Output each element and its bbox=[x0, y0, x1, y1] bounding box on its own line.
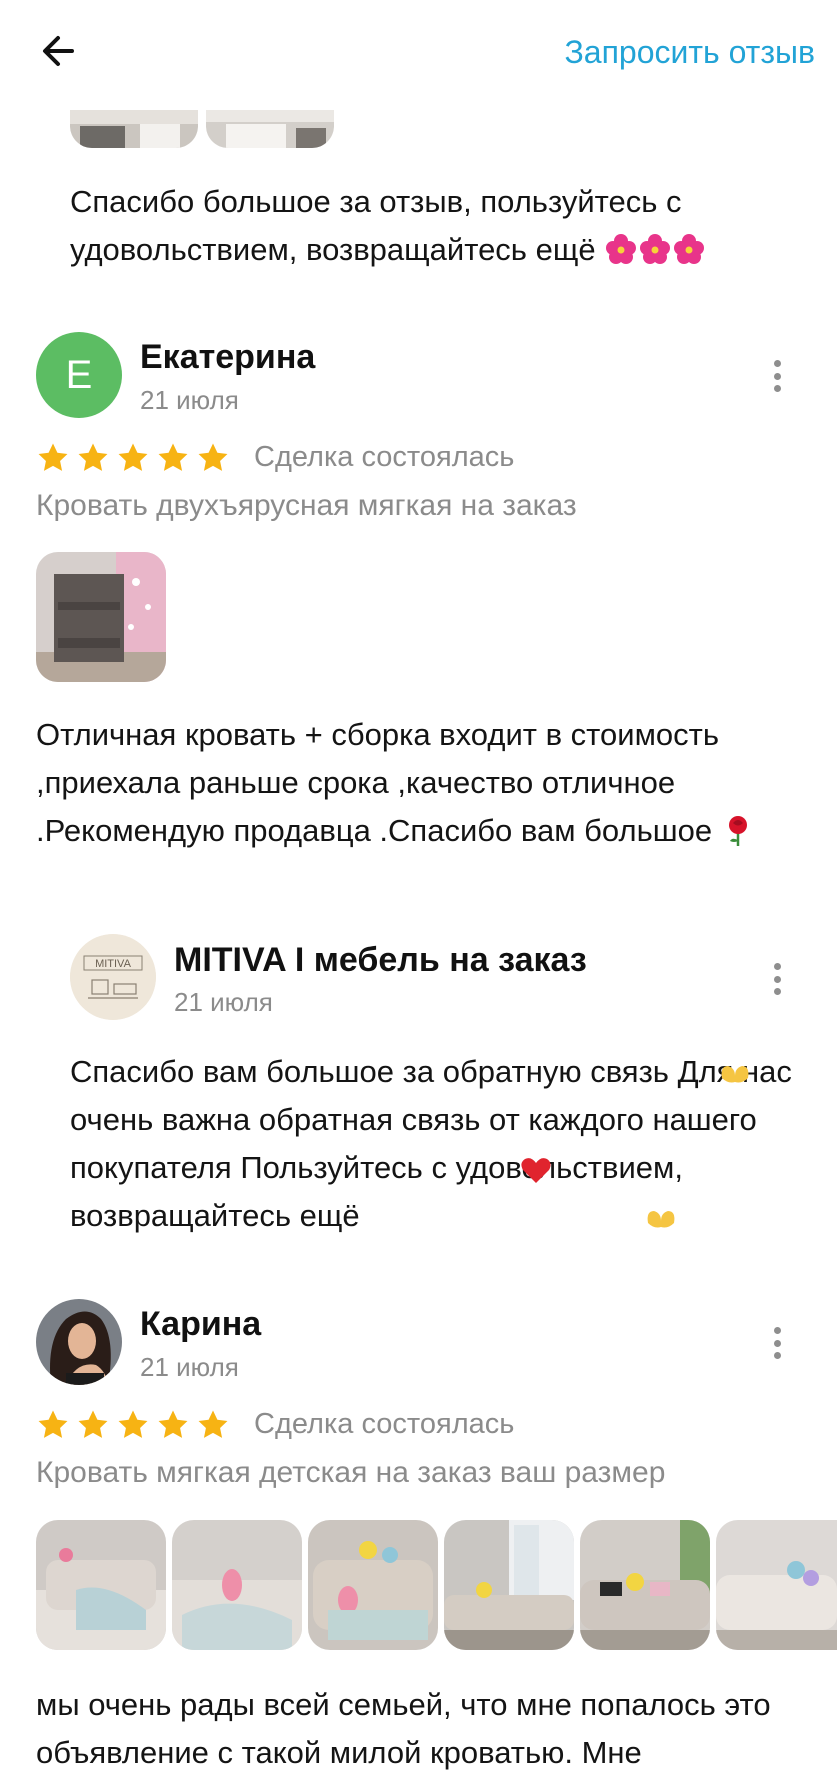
reviewer-name[interactable]: Екатерина bbox=[140, 338, 315, 377]
deal-status: Сделка состоялась bbox=[254, 1408, 515, 1440]
review-photo[interactable] bbox=[716, 1520, 837, 1650]
more-options-button[interactable] bbox=[762, 1323, 792, 1363]
star-icon bbox=[118, 1410, 148, 1438]
star-icon bbox=[158, 1410, 188, 1438]
seller-logo[interactable]: MITIVA bbox=[70, 934, 156, 1020]
review-photo-thumbnail[interactable] bbox=[206, 110, 334, 148]
review-photo[interactable] bbox=[36, 552, 166, 682]
avatar[interactable]: Е bbox=[36, 332, 122, 418]
review-photo-thumbnail[interactable] bbox=[70, 110, 198, 148]
heart-hands-emoji-icon bbox=[647, 1211, 675, 1228]
seller-reply-text: Спасибо большое за отзыв, пользуйтесь с … bbox=[70, 178, 790, 274]
reply-date: 21 июля bbox=[174, 987, 273, 1017]
more-vertical-icon bbox=[773, 360, 781, 367]
seller-logo-icon: MITIVA bbox=[70, 934, 156, 1020]
rating-stars bbox=[36, 441, 230, 475]
hibiscus-emoji-icon bbox=[604, 232, 706, 267]
star-icon bbox=[38, 1410, 68, 1438]
product-name[interactable]: Кровать двухъярусная мягкая на заказ bbox=[36, 489, 577, 523]
review-photo[interactable] bbox=[172, 1520, 302, 1650]
star-icon bbox=[118, 443, 148, 471]
user-photo-icon bbox=[36, 1299, 122, 1385]
more-options-button[interactable] bbox=[762, 356, 792, 396]
heart-hands-emoji-icon bbox=[721, 1066, 749, 1083]
product-name[interactable]: Кровать мягкая детская на заказ ваш разм… bbox=[36, 1456, 665, 1490]
star-icon bbox=[38, 443, 68, 471]
review-photo[interactable] bbox=[580, 1520, 710, 1650]
reviewer-name[interactable]: Карина bbox=[140, 1305, 261, 1344]
seller-reply-text: Спасибо вам большое за обратную связь Дл… bbox=[70, 1054, 792, 1233]
seller-name[interactable]: MITIVA I мебель на заказ bbox=[174, 941, 587, 980]
star-icon bbox=[198, 1410, 228, 1438]
rose-emoji-icon bbox=[728, 816, 747, 846]
svg-text:MITIVA: MITIVA bbox=[95, 958, 132, 970]
avatar[interactable] bbox=[36, 1299, 122, 1385]
review-date: 21 июля bbox=[140, 385, 239, 415]
rating-stars bbox=[36, 1408, 230, 1442]
review-date: 21 июля bbox=[140, 1352, 239, 1382]
more-vertical-icon bbox=[773, 1327, 781, 1334]
review-text: мы очень рады всей семьей, что мне попал… bbox=[36, 1687, 771, 1770]
more-vertical-icon bbox=[773, 963, 781, 970]
star-icon bbox=[78, 443, 108, 471]
arrow-left-icon bbox=[43, 36, 74, 66]
back-button[interactable] bbox=[34, 26, 84, 76]
review-photo[interactable] bbox=[308, 1520, 438, 1650]
request-review-link[interactable]: Запросить отзыв bbox=[564, 34, 815, 71]
star-icon bbox=[78, 1410, 108, 1438]
more-options-button[interactable] bbox=[762, 959, 792, 999]
red-heart-emoji-icon bbox=[521, 1158, 551, 1183]
star-icon bbox=[158, 443, 188, 471]
review-text: Отличная кровать + сборка входит в стоим… bbox=[36, 711, 796, 855]
avatar-letter: Е bbox=[65, 352, 93, 397]
review-photo[interactable] bbox=[36, 1520, 166, 1650]
review-photo[interactable] bbox=[444, 1520, 574, 1650]
deal-status: Сделка состоялась bbox=[254, 441, 515, 473]
star-icon bbox=[198, 443, 228, 471]
